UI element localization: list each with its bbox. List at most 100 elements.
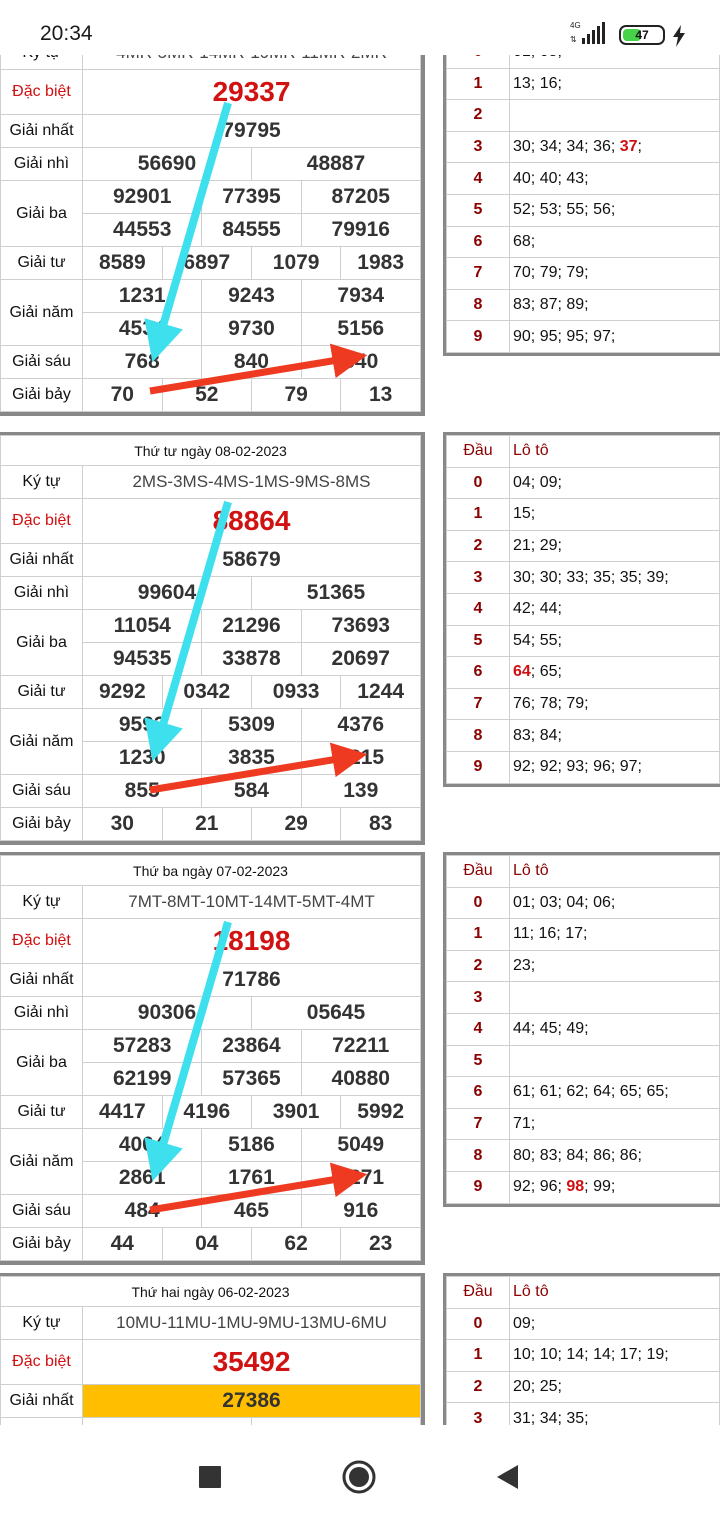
fifth-prize-label: Giải năm: [0, 1128, 83, 1195]
loto-row: 7 71;: [446, 1107, 720, 1141]
loto-row: 1 11; 16; 17;: [446, 918, 720, 951]
loto-values: 40; 40; 43;: [513, 169, 589, 187]
charging-icon: [673, 25, 685, 47]
loto-row: 0 04; 09;: [446, 466, 720, 500]
loto-row: 4 40; 40; 43;: [446, 162, 720, 195]
status-time: 20:34: [40, 22, 93, 45]
loto-head-digit: 3: [446, 130, 510, 164]
result-table: Thứ tư ngày 08-02-2023 Ký tự 2MS-3MS-4MS-1…: [0, 435, 422, 841]
special-prize-label: Đặc biệt: [0, 1339, 83, 1385]
seventh-prize: 21: [161, 807, 252, 841]
signal-icon: 4G ⇅: [570, 21, 605, 44]
status-bar: 20:34 4G ⇅ 47: [0, 0, 720, 55]
sixth-prize-label: Giải sáu: [0, 345, 83, 379]
fifth-prize: 7934: [300, 279, 421, 313]
loto-row: 2 23;: [446, 949, 720, 983]
sixth-prize: 916: [300, 1194, 421, 1228]
svg-text:4G: 4G: [570, 21, 581, 30]
loto-head-digit: 1: [446, 67, 510, 101]
second-prize: 51365: [250, 576, 422, 610]
loto-head-digit: 3: [446, 981, 510, 1014]
kytu-label: Ký tự: [0, 1306, 83, 1340]
sixth-prize: 640: [300, 345, 421, 379]
loto-values: 01; 05;: [513, 55, 562, 60]
fifth-prize: 6215: [300, 741, 421, 775]
fifth-prize: 4004: [81, 1128, 203, 1162]
loto-values: 15;: [513, 505, 536, 523]
sixth-prize: 768: [81, 345, 203, 379]
seventh-prize: 83: [340, 807, 421, 841]
loto-row: 6 64; 65;: [446, 656, 720, 689]
third-prize: 77395: [201, 180, 302, 214]
third-prize: 62199: [81, 1062, 203, 1096]
loto-highlight: 64: [513, 663, 531, 681]
special-prize-label: Đặc biệt: [0, 918, 83, 964]
loto-row: 6 61; 61; 62; 64; 65; 65;: [446, 1076, 720, 1109]
loto-values: 11; 16; 17;: [513, 925, 588, 943]
kytu-value: 10MU-11MU-1MU-9MU-13MU-6MU: [82, 1306, 421, 1340]
second-prize-label: Giải nhì: [0, 576, 83, 610]
first-prize: 71786: [82, 963, 421, 997]
fifth-prize: 4534: [81, 312, 203, 346]
second-prize-label: Giải nhì: [0, 996, 83, 1030]
kytu-value: 4MR-5MR-14MR-10MR-11MR-2MR: [82, 55, 421, 70]
loto-values: 68;: [513, 232, 536, 250]
loto-row: 4 44; 45; 49;: [446, 1012, 720, 1046]
third-prize: 92901: [81, 180, 203, 214]
sixth-prize: 465: [201, 1194, 302, 1228]
sixth-prize: 855: [81, 774, 203, 808]
svg-text:⇅: ⇅: [570, 35, 577, 44]
seventh-prize: 62: [250, 1227, 342, 1261]
back-triangle-icon: [497, 1465, 518, 1489]
square-icon: [199, 1466, 221, 1488]
recents-button[interactable]: [188, 1455, 232, 1499]
battery-level: 47: [635, 28, 649, 42]
loto-row: 8 83; 87; 89;: [446, 288, 720, 322]
loto-col-label: Lô tô: [509, 855, 720, 888]
seventh-prize: 52: [161, 378, 252, 412]
loto-head-digit: 2: [446, 1370, 510, 1404]
loto-values: 71;: [513, 1115, 536, 1133]
loto-head-digit: 0: [446, 466, 510, 500]
fourth-prize: 1983: [340, 246, 421, 280]
loto-values-tail: ; 99;: [584, 1178, 616, 1196]
third-prize: 72211: [300, 1029, 421, 1063]
loto-row: 8 83; 84;: [446, 719, 720, 752]
third-prize: 57365: [201, 1062, 302, 1096]
loto-head-digit: 2: [446, 99, 510, 132]
third-prize: 94535: [81, 642, 203, 676]
fifth-prize: 9730: [201, 312, 302, 346]
result-table: Thứ hai ngày 06-02-2023 Ký tự 10MU-11MU-1M…: [0, 1276, 422, 1425]
loto-head-label: Đầu: [446, 855, 510, 888]
draw-date: Thứ ba ngày 07-02-2023: [0, 855, 421, 886]
fourth-prize: 4417: [82, 1095, 163, 1129]
third-prize: 87205: [300, 180, 421, 214]
kytu-value: 2MS-3MS-4MS-1MS-9MS-8MS: [82, 465, 421, 499]
first-prize-label: Giải nhất: [0, 963, 83, 997]
seventh-prize: 30: [82, 807, 163, 841]
home-button[interactable]: [337, 1455, 381, 1499]
sixth-prize: 840: [201, 345, 302, 379]
loto-row: 1 15;: [446, 498, 720, 531]
results-scroll-area[interactable]: Ký tự 4MR-5MR-14MR-10MR-11MR-2MR Đặc biệt 2…: [0, 55, 720, 1425]
loto-row: 2 20; 25;: [446, 1370, 720, 1404]
second-prize-label: Giải nhì: [0, 1417, 83, 1425]
fourth-prize: 5992: [340, 1095, 421, 1129]
loto-head-digit: 6: [446, 656, 510, 689]
loto-row: 7 76; 78; 79;: [446, 687, 720, 721]
fourth-prize: 0933: [250, 675, 342, 709]
seventh-prize: 29: [250, 807, 342, 841]
fifth-prize-label: Giải năm: [0, 708, 83, 775]
fourth-prize: 9292: [82, 675, 163, 709]
loto-values-tail: ;: [637, 138, 642, 156]
sixth-prize: 139: [300, 774, 421, 808]
draw-date: Thứ hai ngày 06-02-2023: [0, 1276, 421, 1307]
loto-panel: Đầu Lô tô 0 09; 1 10; 10; 14; 14; 17; 19; 2 20;…: [443, 1273, 720, 1425]
back-button[interactable]: [485, 1455, 529, 1499]
loto-values: 83; 87; 89;: [513, 296, 589, 314]
third-prize: 84555: [201, 213, 302, 247]
loto-row: 5 52; 53; 55; 56;: [446, 193, 720, 227]
kytu-label: Ký tự: [0, 465, 83, 499]
loto-head-digit: 6: [446, 225, 510, 259]
loto-head-digit: 3: [446, 1402, 510, 1425]
